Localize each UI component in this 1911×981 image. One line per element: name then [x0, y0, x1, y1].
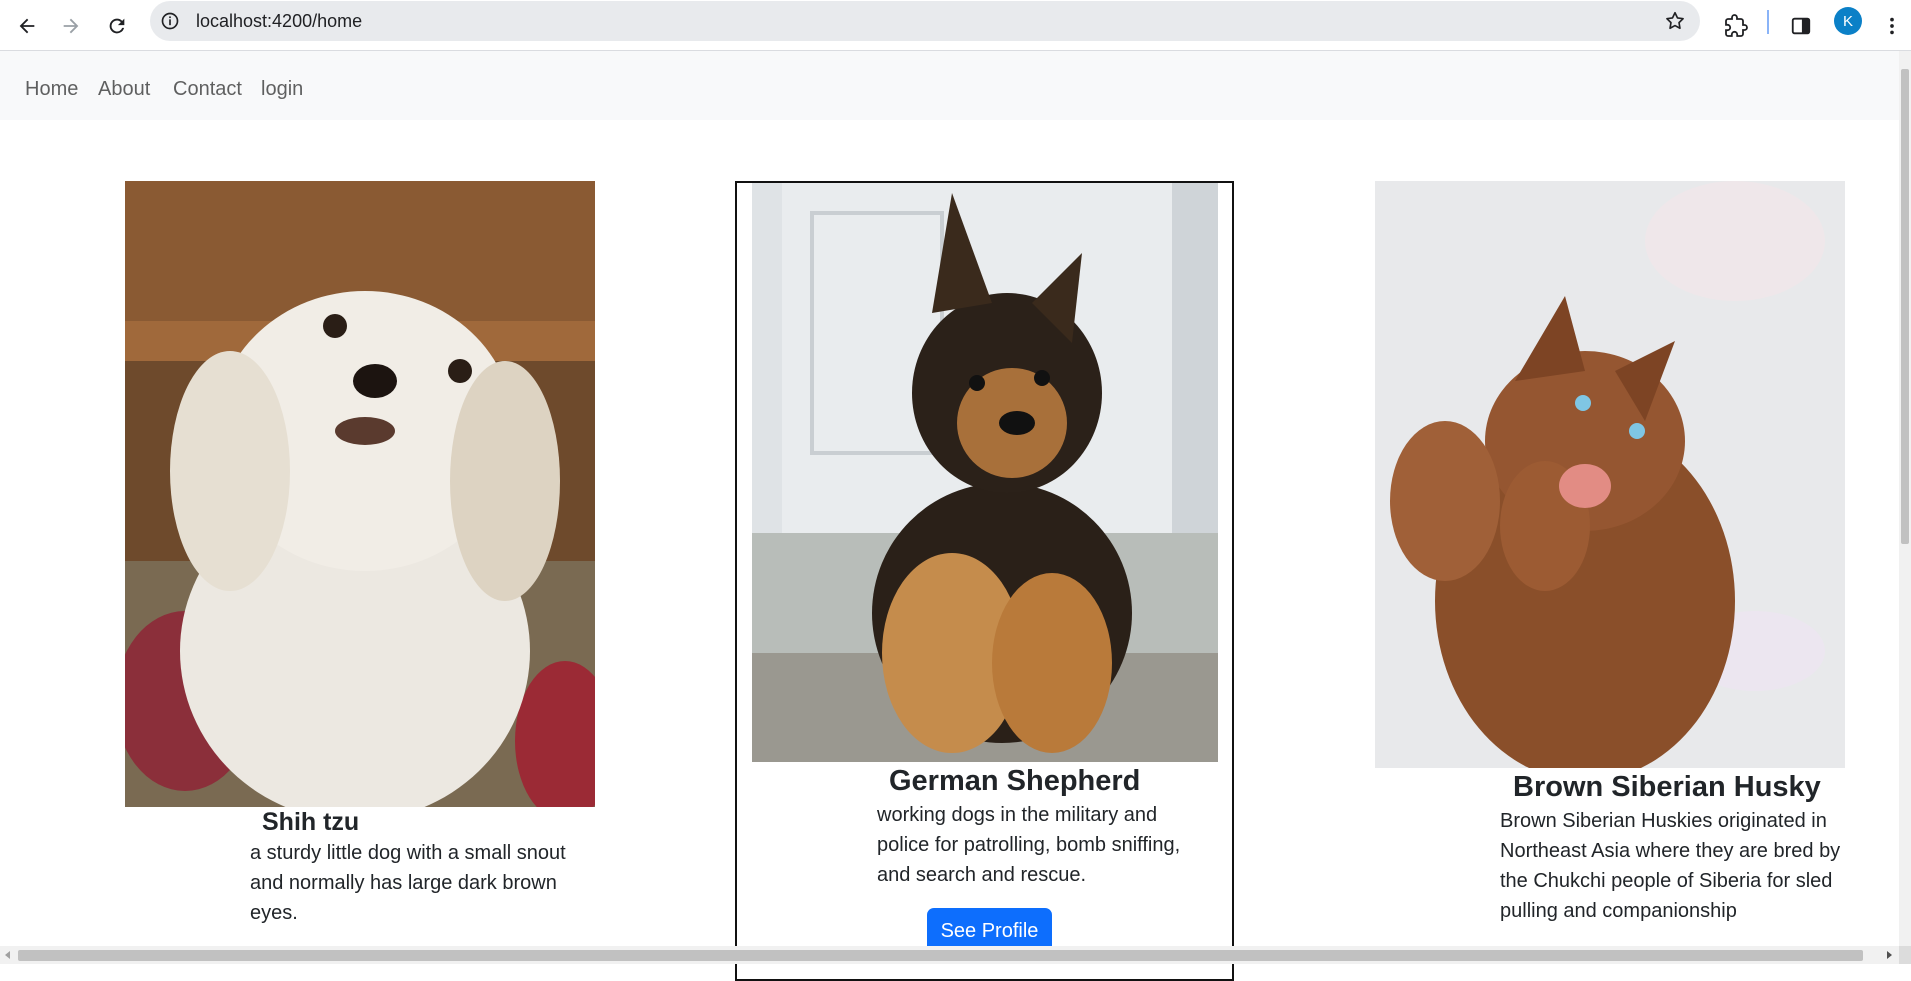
dog-description: working dogs in the military and police …: [877, 804, 1181, 886]
nav-link-contact[interactable]: Contact: [173, 77, 242, 101]
horizontal-scrollbar[interactable]: [0, 946, 1899, 964]
address-bar[interactable]: localhost:4200/home: [150, 1, 1700, 41]
toolbar-separator: [1767, 10, 1769, 34]
dog-name: Brown Siberian Husky: [1513, 771, 1821, 803]
scrollbar-corner: [1899, 946, 1911, 964]
browser-toolbar: localhost:4200/home K: [0, 0, 1911, 51]
puzzle-icon: [1725, 14, 1748, 37]
nav-link-login[interactable]: login: [261, 77, 303, 101]
back-arrow-icon: [19, 18, 35, 34]
scroll-left-arrow-icon[interactable]: [4, 951, 12, 959]
kebab-menu-icon: [1890, 17, 1894, 35]
german-shepherd-photo: [752, 183, 1218, 762]
side-panel-button[interactable]: [1783, 8, 1819, 44]
extensions-button[interactable]: [1718, 8, 1754, 44]
vertical-scrollbar[interactable]: [1899, 51, 1911, 947]
dog-description: Brown Siberian Huskies originated in Nor…: [1500, 810, 1841, 922]
url-text[interactable]: localhost:4200/home: [196, 10, 362, 32]
dog-name: Shih tzu: [262, 808, 360, 836]
profile-avatar[interactable]: K: [1834, 7, 1862, 35]
side-panel-icon: [1791, 17, 1811, 35]
bookmark-star-icon[interactable]: [1664, 10, 1686, 32]
shih-tzu-photo: [125, 181, 595, 807]
nav-link-home[interactable]: Home: [25, 77, 78, 101]
dog-description: a sturdy little dog with a small snout a…: [250, 842, 566, 924]
back-button[interactable]: [9, 8, 45, 44]
reload-icon: [109, 18, 125, 34]
brown-husky-photo: [1375, 181, 1845, 768]
forward-arrow-icon: [63, 18, 79, 34]
horizontal-scroll-thumb[interactable]: [18, 950, 1863, 961]
reload-button[interactable]: [99, 8, 135, 44]
forward-button[interactable]: [53, 8, 89, 44]
dog-name: German Shepherd: [889, 765, 1141, 797]
nav-link-about[interactable]: About: [98, 77, 150, 101]
chrome-menu-button[interactable]: [1874, 8, 1910, 44]
site-navbar: Home About Contact login: [0, 51, 1899, 120]
info-icon[interactable]: [160, 11, 180, 31]
vertical-scroll-thumb[interactable]: [1901, 69, 1909, 544]
scroll-right-arrow-icon[interactable]: [1885, 951, 1893, 959]
